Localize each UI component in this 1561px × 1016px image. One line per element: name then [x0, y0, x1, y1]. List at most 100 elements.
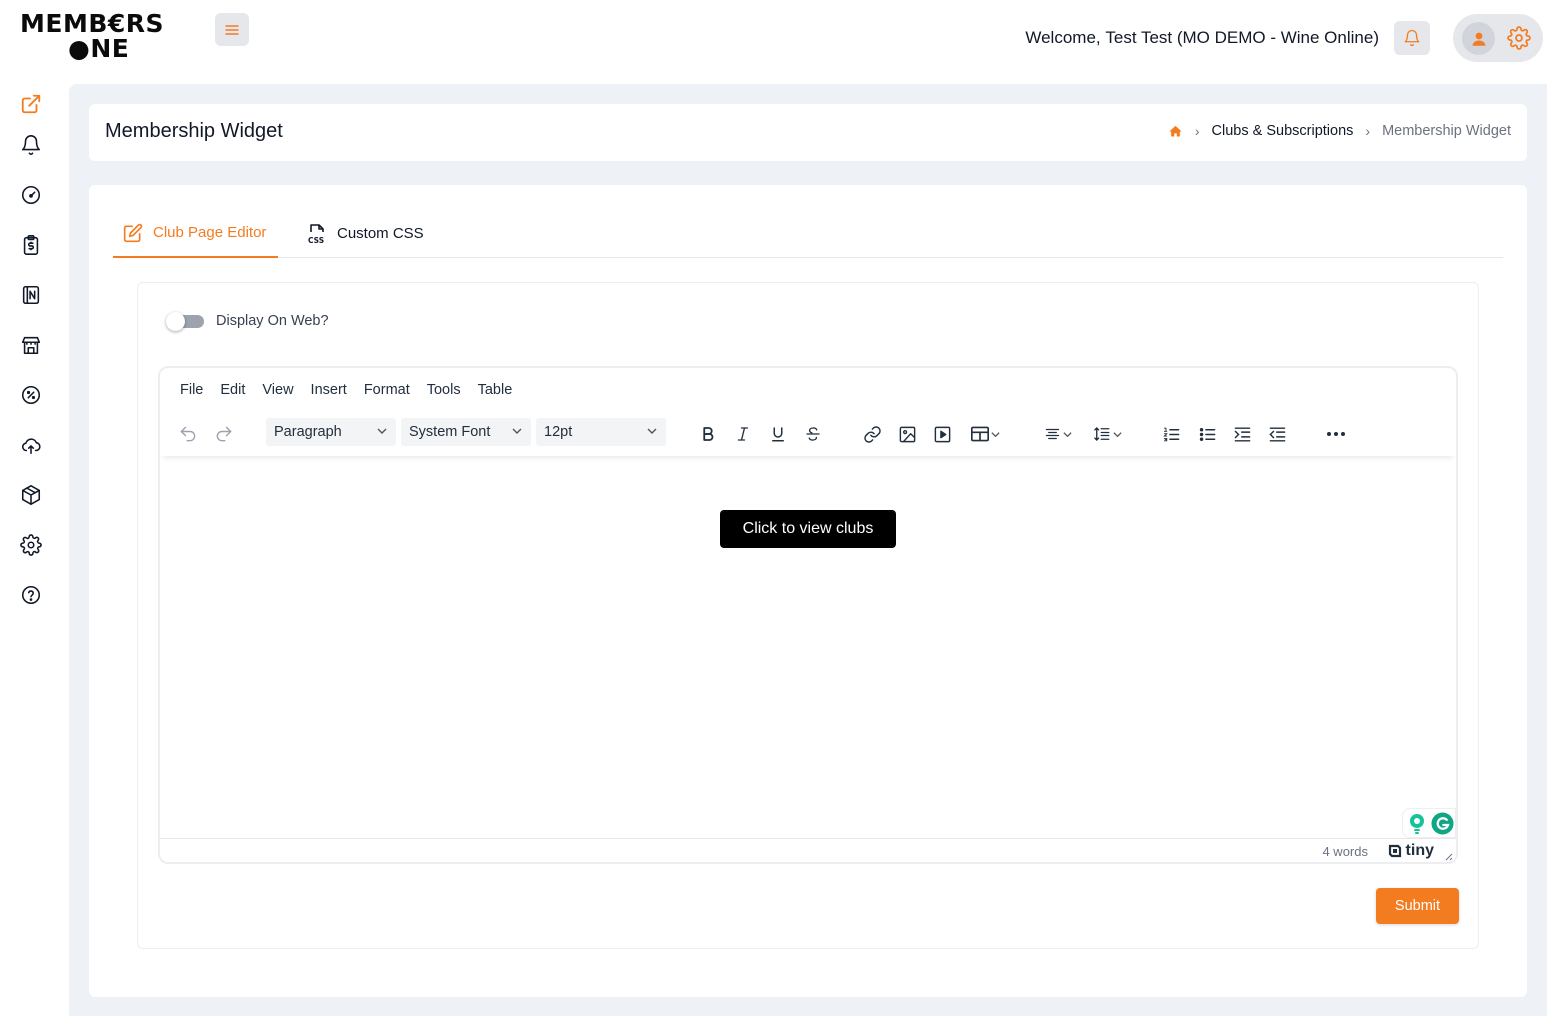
numbered-list-button[interactable]: [1159, 420, 1183, 448]
line-height-icon: [1093, 427, 1109, 441]
word-count[interactable]: 4 words: [1322, 844, 1368, 859]
tiny-logo-icon: [1388, 844, 1401, 858]
menu-view[interactable]: View: [262, 382, 293, 398]
user-name: Test Test (MO DEMO - Wine Online): [1105, 28, 1379, 47]
dashboard-gauge-icon[interactable]: [20, 184, 42, 206]
line-height-button[interactable]: [1087, 420, 1127, 448]
underline-icon: [772, 427, 784, 442]
user-icon: [1472, 32, 1485, 46]
content-card: Club Page Editor CSS Custom CSS Display …: [89, 185, 1527, 997]
tab-club-page-editor[interactable]: Club Page Editor: [113, 209, 278, 258]
media-play-icon: [934, 426, 950, 442]
discount-percent-icon[interactable]: [20, 384, 42, 406]
bullet-list-icon: [1199, 427, 1215, 441]
display-on-web-label: Display On Web?: [216, 313, 329, 329]
notifications-button[interactable]: [1394, 21, 1430, 55]
bullet-list-button[interactable]: [1195, 420, 1219, 448]
display-on-web-row: Display On Web?: [166, 311, 329, 331]
tab-custom-css[interactable]: CSS Custom CSS: [297, 209, 437, 258]
tiny-brand-text: tiny: [1405, 842, 1434, 859]
logo[interactable]: MEMB€RS ●NE: [20, 10, 175, 64]
editor-content-area[interactable]: Click to view clubs: [160, 456, 1456, 840]
box-icon[interactable]: [20, 484, 42, 506]
more-horizontal-icon: [1327, 432, 1345, 436]
breadcrumb: › Clubs & Subscriptions › Membership Wid…: [1168, 123, 1511, 139]
logo-line-2: ●NE: [68, 34, 130, 63]
insert-image-button[interactable]: [895, 420, 919, 448]
editor-toolbar: Paragraph System Font 12pt: [160, 416, 1456, 456]
insert-table-button[interactable]: [965, 420, 1005, 448]
undo-icon: [180, 426, 196, 442]
italic-icon: [737, 427, 749, 441]
menu-tools[interactable]: Tools: [427, 382, 461, 398]
more-tools-button[interactable]: [1324, 420, 1348, 448]
notebook-icon[interactable]: [20, 284, 42, 306]
numbered-list-icon: [1162, 427, 1179, 441]
breadcrumb-clubs-subscriptions[interactable]: Clubs & Subscriptions: [1212, 123, 1354, 139]
menu-file[interactable]: File: [180, 382, 203, 398]
menu-insert[interactable]: Insert: [311, 382, 347, 398]
top-header: MEMB€RS ●NE Welcome, Test Test (MO DEMO …: [0, 0, 1561, 84]
submit-button[interactable]: Submit: [1376, 888, 1459, 924]
indent-button[interactable]: [1230, 420, 1254, 448]
font-size-value: 12pt: [544, 424, 573, 440]
menu-edit[interactable]: Edit: [220, 382, 245, 398]
logo-line-1: MEMB€RS: [20, 9, 165, 38]
block-format-select[interactable]: Paragraph: [266, 418, 396, 446]
outdent-icon: [1268, 426, 1285, 442]
chevron-down-icon: [377, 428, 387, 434]
lightbulb-icon: [1410, 814, 1424, 834]
breadcrumb-separator: ›: [1365, 123, 1371, 139]
cloud-upload-icon[interactable]: [20, 434, 42, 456]
help-circle-icon[interactable]: [20, 584, 42, 606]
strikethrough-button[interactable]: [801, 420, 825, 448]
align-button[interactable]: [1040, 420, 1076, 448]
chevron-down-icon: [512, 428, 522, 434]
grammarly-widget[interactable]: [1402, 808, 1456, 838]
editor-statusbar: 4 words tiny: [160, 838, 1456, 862]
grammarly-icon: [1431, 812, 1454, 835]
chevron-down-icon: [1112, 431, 1122, 437]
insert-link-button[interactable]: [860, 420, 884, 448]
sidebar: [0, 84, 69, 1016]
breadcrumb-separator: ›: [1194, 123, 1200, 139]
editor-panel: Display On Web? File Edit View Insert Fo…: [137, 282, 1479, 949]
clipboard-dollar-icon[interactable]: [20, 234, 42, 256]
insert-media-button[interactable]: [930, 420, 954, 448]
menu-format[interactable]: Format: [364, 382, 410, 398]
outdent-button[interactable]: [1265, 420, 1289, 448]
settings-gear-icon[interactable]: [20, 534, 42, 556]
link-icon: [863, 425, 881, 443]
display-on-web-toggle[interactable]: [166, 311, 204, 331]
bold-icon: [703, 427, 714, 441]
menu-toggle-button[interactable]: [215, 13, 249, 46]
font-size-select[interactable]: 12pt: [536, 418, 666, 446]
external-link-icon[interactable]: [20, 93, 42, 115]
home-icon[interactable]: [1168, 124, 1183, 139]
chevron-down-icon: [647, 428, 657, 434]
undo-button[interactable]: [176, 420, 200, 448]
redo-icon: [216, 426, 232, 442]
resize-handle-icon[interactable]: [1443, 851, 1453, 861]
chevron-down-icon: [1063, 431, 1072, 437]
welcome-message: Welcome, Test Test (MO DEMO - Wine Onlin…: [1025, 28, 1379, 48]
page-header: Membership Widget › Clubs & Subscription…: [89, 104, 1527, 161]
redo-button[interactable]: [212, 420, 236, 448]
font-family-select[interactable]: System Font: [401, 418, 531, 446]
store-icon[interactable]: [20, 334, 42, 356]
indent-icon: [1234, 426, 1250, 442]
tiny-brand-link[interactable]: tiny: [1387, 842, 1434, 860]
italic-button[interactable]: [731, 420, 755, 448]
avatar[interactable]: [1462, 22, 1495, 55]
settings-gear-icon[interactable]: [1507, 26, 1531, 50]
rich-text-editor: File Edit View Insert Format Tools Table: [158, 366, 1458, 864]
tab-label: Club Page Editor: [153, 224, 267, 241]
font-family-value: System Font: [409, 424, 491, 440]
underline-button[interactable]: [766, 420, 790, 448]
view-clubs-button[interactable]: Click to view clubs: [720, 510, 896, 548]
bold-button[interactable]: [696, 420, 720, 448]
menu-table[interactable]: Table: [478, 382, 513, 398]
strikethrough-icon: [806, 427, 820, 441]
bell-icon[interactable]: [20, 134, 42, 156]
align-center-icon: [1045, 428, 1060, 440]
